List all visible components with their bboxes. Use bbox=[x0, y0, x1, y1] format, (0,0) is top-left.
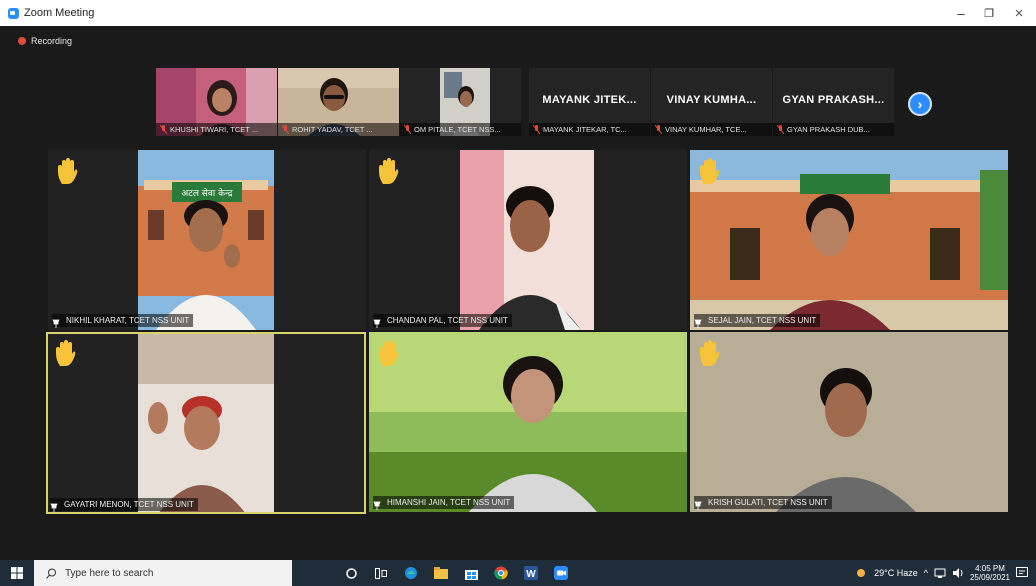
participant-video bbox=[690, 332, 1008, 512]
strip-tile-rohit[interactable]: ROHIT YADAV, TCET ... bbox=[278, 68, 399, 136]
mic-muted-icon bbox=[160, 125, 167, 134]
pin-icon bbox=[694, 501, 702, 510]
pin-icon bbox=[694, 319, 702, 328]
participant-name: HIMANSHI JAIN, TCET NSS UNIT bbox=[373, 496, 515, 509]
participant-name: KRISH GULATI, TCET NSS UNIT bbox=[694, 496, 832, 509]
participant-name-placeholder: MAYANK JITEK... bbox=[542, 94, 637, 106]
window-title: Zoom Meeting bbox=[24, 7, 95, 19]
participant-name: KHUSHI TIWARI, TCET ... bbox=[156, 123, 277, 136]
recording-label: Recording bbox=[31, 36, 73, 46]
store-icon[interactable] bbox=[456, 560, 486, 586]
clock[interactable]: 4:05 PM 25/09/2021 bbox=[970, 564, 1010, 582]
participant-name-placeholder: GYAN PRAKASH... bbox=[782, 94, 885, 106]
participant-name: NIKHIL KHARAT, TCET NSS UNIT bbox=[52, 314, 194, 327]
mic-muted-icon bbox=[777, 125, 784, 134]
mic-muted-icon bbox=[282, 125, 289, 134]
zoom-app-icon bbox=[8, 7, 19, 19]
notifications-icon[interactable] bbox=[1016, 567, 1028, 579]
search-icon bbox=[46, 568, 56, 579]
raised-hand-icon bbox=[58, 158, 78, 184]
participant-video bbox=[369, 332, 687, 512]
video-tile-sejal[interactable]: SEJAL JAIN, TCET NSS UNIT bbox=[690, 150, 1008, 330]
title-bar: Zoom Meeting – ❐ × bbox=[0, 0, 1036, 26]
clock-time: 4:05 PM bbox=[975, 564, 1005, 573]
pin-icon bbox=[373, 319, 381, 328]
cortana-icon[interactable] bbox=[336, 560, 366, 586]
participant-name: MAYANK JITEKAR, TC... bbox=[529, 123, 650, 136]
participant-name-placeholder: VINAY KUMHA... bbox=[666, 94, 757, 106]
pin-icon bbox=[373, 501, 381, 510]
mic-muted-icon bbox=[404, 125, 411, 134]
start-button[interactable] bbox=[0, 560, 34, 586]
video-tile-chandan[interactable]: CHANDAN PAL, TCET NSS UNIT bbox=[369, 150, 687, 330]
participant-name: VINAY KUMHAR, TCE... bbox=[651, 123, 772, 136]
restore-button[interactable]: ❐ bbox=[972, 0, 1006, 26]
participant-video bbox=[369, 150, 687, 330]
participant-video bbox=[46, 332, 366, 514]
signboard-text: अटल सेवा केन्द्र bbox=[181, 187, 232, 199]
mic-muted-icon bbox=[533, 125, 540, 134]
participant-name: ROHIT YADAV, TCET ... bbox=[278, 123, 399, 136]
zoom-taskbar-icon[interactable] bbox=[546, 560, 576, 586]
strip-next-button[interactable]: › bbox=[908, 92, 932, 116]
clock-date: 25/09/2021 bbox=[969, 573, 1010, 582]
chevron-right-icon: › bbox=[917, 96, 923, 112]
participant-video bbox=[690, 150, 1008, 330]
video-tile-himanshi[interactable]: HIMANSHI JAIN, TCET NSS UNIT bbox=[369, 332, 687, 512]
raised-hand-icon bbox=[379, 158, 399, 184]
pin-icon bbox=[50, 503, 58, 512]
close-button[interactable]: × bbox=[1002, 0, 1036, 26]
chrome-icon[interactable] bbox=[486, 560, 516, 586]
task-view-icon[interactable] bbox=[366, 560, 396, 586]
word-icon[interactable]: W bbox=[516, 560, 546, 586]
system-tray: 29°C Haze ^ 4:05 PM 25/09/2021 bbox=[854, 560, 1036, 586]
edge-icon[interactable] bbox=[396, 560, 426, 586]
strip-tile-om[interactable]: OM PITALE, TCET NSS... bbox=[400, 68, 521, 136]
strip-tile-vinay[interactable]: VINAY KUMHA... VINAY KUMHAR, TCE... bbox=[651, 68, 772, 136]
mic-muted-icon bbox=[655, 125, 662, 134]
raised-hand-icon bbox=[56, 340, 76, 366]
taskbar-search[interactable]: Type here to search bbox=[34, 560, 292, 586]
participant-name: GYAN PRAKASH DUB... bbox=[773, 123, 894, 136]
video-tile-krish[interactable]: KRISH GULATI, TCET NSS UNIT bbox=[690, 332, 1008, 512]
raised-hand-icon bbox=[379, 340, 399, 366]
file-explorer-icon[interactable] bbox=[426, 560, 456, 586]
pin-icon bbox=[52, 319, 60, 328]
search-placeholder: Type here to search bbox=[65, 567, 154, 579]
weather-text[interactable]: 29°C Haze bbox=[874, 568, 918, 578]
participant-name: CHANDAN PAL, TCET NSS UNIT bbox=[373, 314, 512, 327]
zoom-window: Zoom Meeting – ❐ × Recording KHUSHI TIWA… bbox=[0, 0, 1036, 586]
weather-haze-icon bbox=[857, 569, 866, 577]
meeting-area: Recording KHUSHI TIWARI, TCET ... ROHIT … bbox=[0, 26, 1036, 560]
raised-hand-icon bbox=[700, 158, 720, 184]
participant-name: OM PITALE, TCET NSS... bbox=[400, 123, 521, 136]
volume-icon[interactable] bbox=[952, 568, 964, 578]
video-tile-nikhil[interactable]: अटल सेवा केन्द्र NIKHIL KHARAT, TCET NSS… bbox=[48, 150, 366, 330]
participant-name: SEJAL JAIN, TCET NSS UNIT bbox=[694, 314, 821, 327]
chevron-up-icon[interactable]: ^ bbox=[924, 568, 928, 578]
participant-video: अटल सेवा केन्द्र bbox=[48, 150, 366, 330]
recording-indicator[interactable]: Recording bbox=[18, 36, 72, 46]
participant-name: GAYATRI MENON, TCET NSS UNIT bbox=[50, 498, 198, 511]
strip-tile-khushi[interactable]: KHUSHI TIWARI, TCET ... bbox=[156, 68, 277, 136]
windows-taskbar: Type here to search W 29°C Haze ^ 4:05 P… bbox=[0, 560, 1036, 586]
strip-tile-gyan[interactable]: GYAN PRAKASH... GYAN PRAKASH DUB... bbox=[773, 68, 894, 136]
video-tile-gayatri[interactable]: GAYATRI MENON, TCET NSS UNIT bbox=[46, 332, 366, 514]
recording-dot-icon bbox=[18, 37, 26, 45]
windows-logo-icon bbox=[11, 567, 23, 579]
strip-tile-mayank[interactable]: MAYANK JITEK... MAYANK JITEKAR, TC... bbox=[529, 68, 650, 136]
svg-text:W: W bbox=[526, 569, 536, 580]
raised-hand-icon bbox=[700, 340, 720, 366]
network-icon[interactable] bbox=[934, 568, 946, 578]
